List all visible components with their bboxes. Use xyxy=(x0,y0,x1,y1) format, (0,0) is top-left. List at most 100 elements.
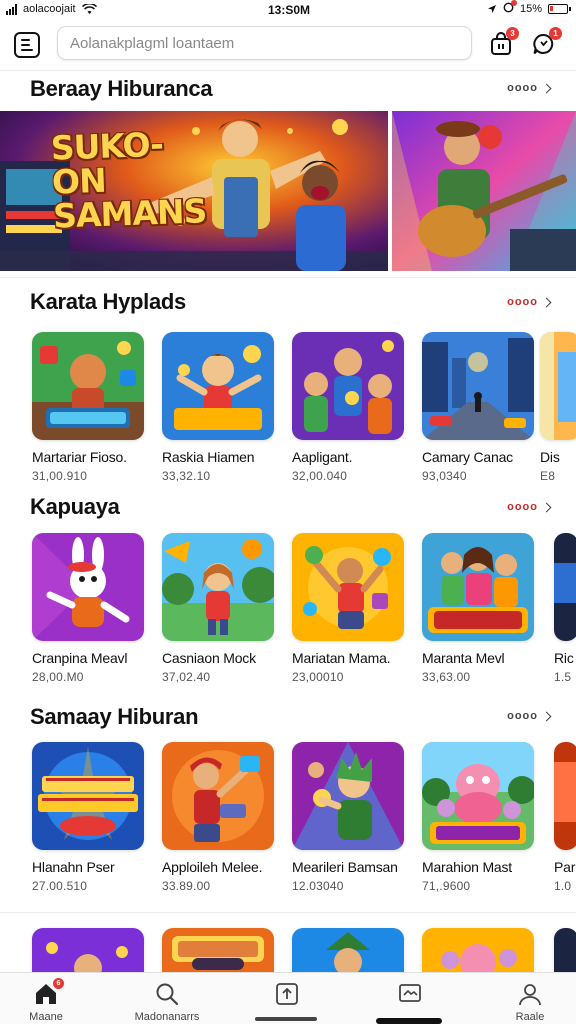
see-more-dots: oooo xyxy=(507,82,538,94)
game-card[interactable]: Dis E8 xyxy=(540,332,576,483)
game-card[interactable]: Mearileri Bamsan 12.03040 xyxy=(292,742,406,893)
game-thumbnail xyxy=(540,332,576,440)
search-input[interactable] xyxy=(58,27,471,59)
game-card[interactable]: Cranpina Meavl 28,00.M0 xyxy=(32,533,146,684)
profile-icon xyxy=(517,981,543,1007)
section-title-samaay: Samaay Hiburan xyxy=(30,704,199,729)
header-divider xyxy=(0,70,576,71)
game-meta: 23,00010 xyxy=(292,670,344,684)
featured-title: Beraay Hiburanca xyxy=(30,76,213,101)
battery-icon xyxy=(548,4,571,14)
status-right: 15% xyxy=(487,0,571,16)
status-left: aolacoojait xyxy=(6,3,97,15)
game-thumbnail xyxy=(292,533,404,641)
game-card[interactable]: Ric 1.5 xyxy=(554,533,576,684)
game-thumbnail xyxy=(422,533,534,641)
see-more-dots: oooo xyxy=(507,296,538,308)
game-meta: 37,02.40 xyxy=(162,670,211,684)
search-icon xyxy=(154,981,180,1007)
game-name: Hlanahn Pser xyxy=(32,859,115,875)
game-thumbnail xyxy=(554,742,576,850)
signal-icon xyxy=(6,3,17,15)
game-meta: 32,00.040 xyxy=(292,469,348,483)
game-card[interactable]: Aapligant. 32,00.040 xyxy=(292,332,406,483)
game-thumbnail xyxy=(32,742,144,850)
game-card[interactable]: Maranta Mevl 33,63.00 xyxy=(422,533,536,684)
nav-media[interactable] xyxy=(370,981,450,1011)
section-see-more-samaay[interactable]: oooo xyxy=(507,710,552,722)
game-thumbnail xyxy=(32,332,144,440)
section-divider xyxy=(0,912,576,913)
game-thumbnail xyxy=(422,332,534,440)
game-name: Mearileri Bamsan xyxy=(292,859,398,875)
game-meta: E8 xyxy=(540,469,556,483)
banner-title: SUKO-ON SAMANS xyxy=(50,124,207,236)
game-thumbnail xyxy=(162,533,274,641)
status-bar: aolacoojait 13:S0M 15% xyxy=(0,0,576,20)
carrier-label: aolacoojait xyxy=(23,3,76,15)
search-box[interactable] xyxy=(57,26,472,60)
game-card[interactable]: Casniaon Mock 37,02.40 xyxy=(162,533,276,684)
nav-profile[interactable]: Raale xyxy=(490,981,570,1023)
nav-label: Maane xyxy=(29,1011,63,1023)
game-thumbnail xyxy=(162,332,274,440)
game-card[interactable]: Apploileh Melee. 33.89.00 xyxy=(162,742,276,893)
nav-home[interactable]: 6 Maane xyxy=(6,978,86,1023)
game-meta: 93,0340 xyxy=(422,469,467,483)
featured-banner-main[interactable]: SUKO-ON SAMANS xyxy=(0,111,388,271)
cart-button[interactable]: 3 xyxy=(489,27,519,56)
game-meta: 71,.9600 xyxy=(422,879,471,893)
game-meta: 28,00.M0 xyxy=(32,670,84,684)
chevron-right-icon xyxy=(541,711,552,721)
game-name: Aapligant. xyxy=(292,449,353,465)
featured-see-more[interactable]: oooo xyxy=(507,82,552,94)
chat-button[interactable]: 1 xyxy=(532,27,562,56)
game-card[interactable]: Raskia Hiamen 33,32.10 xyxy=(162,332,276,483)
game-name: Martariar Fioso. xyxy=(32,449,127,465)
game-meta: 1.5 xyxy=(554,670,572,684)
game-name: Ric xyxy=(554,650,574,666)
game-meta: 33.89.00 xyxy=(162,879,211,893)
media-icon xyxy=(397,981,423,1007)
game-name: Camary Canac xyxy=(422,449,513,465)
game-meta: 1.0 xyxy=(554,879,572,893)
game-meta: 33,63.00 xyxy=(422,670,471,684)
nav-share[interactable] xyxy=(247,981,327,1011)
game-card[interactable]: Mariatan Mama. 23,00010 xyxy=(292,533,406,684)
game-thumbnail xyxy=(422,742,534,850)
game-card[interactable]: Par 1.0 xyxy=(554,742,576,893)
game-meta: 12.03040 xyxy=(292,879,344,893)
game-card[interactable]: Camary Canac 93,0340 xyxy=(422,332,536,483)
game-meta: 27.00.510 xyxy=(32,879,88,893)
game-name: Cranpina Meavl xyxy=(32,650,128,666)
section-see-more-kapuaya[interactable]: oooo xyxy=(507,501,552,513)
share-icon xyxy=(274,981,300,1007)
chevron-right-icon xyxy=(541,83,552,93)
home-icon: 6 xyxy=(33,978,64,1007)
nav-label: Raale xyxy=(515,1011,545,1023)
game-name: Maranta Mevl xyxy=(422,650,505,666)
section-divider xyxy=(0,277,576,278)
see-more-dots: oooo xyxy=(507,501,538,513)
cart-badge: 3 xyxy=(506,27,519,40)
game-thumbnail xyxy=(32,533,144,641)
section-title-kapuaya: Kapuaya xyxy=(30,494,120,519)
game-card[interactable]: Hlanahn Pser 27.00.510 xyxy=(32,742,146,893)
menu-button[interactable] xyxy=(14,32,40,58)
game-card[interactable]: Martariar Fioso. 31,00.910 xyxy=(32,332,146,483)
game-card[interactable]: Marahion Mast 71,.9600 xyxy=(422,742,536,893)
featured-banner-second[interactable] xyxy=(392,111,576,271)
home-badge: 6 xyxy=(53,978,64,989)
chevron-right-icon xyxy=(541,502,552,512)
game-name: Dis xyxy=(540,449,560,465)
nav-search[interactable]: Madonanarrs xyxy=(127,981,207,1023)
section-title-karata: Karata Hyplads xyxy=(30,289,186,314)
nav-label: Madonanarrs xyxy=(134,1011,200,1023)
wifi-icon xyxy=(81,3,97,14)
game-name: Marahion Mast xyxy=(422,859,512,875)
game-name: Par xyxy=(554,859,576,875)
game-name: Mariatan Mama. xyxy=(292,650,391,666)
battery-percent: 15% xyxy=(519,3,542,15)
game-name: Apploileh Melee. xyxy=(162,859,263,875)
section-see-more-karata[interactable]: oooo xyxy=(507,296,552,308)
